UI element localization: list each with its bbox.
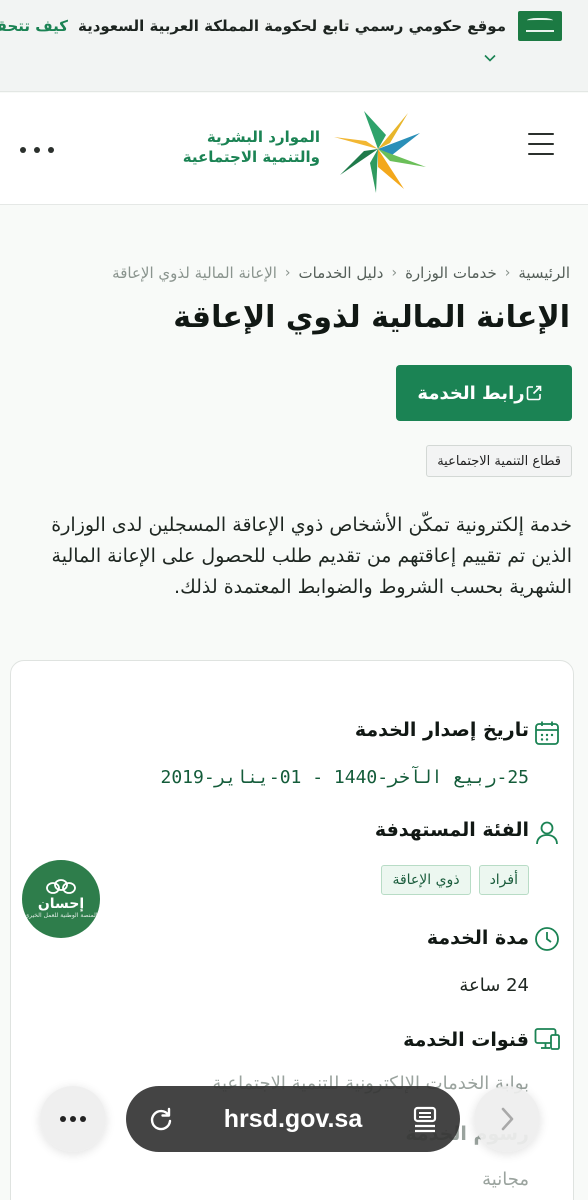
- reader-mode-icon[interactable]: [410, 1104, 440, 1134]
- ehsan-name: إحسان: [37, 896, 85, 912]
- gov-banner: موقع حكومي رسمي تابع لحكومة المملكة العر…: [0, 0, 588, 92]
- issue-date-label: تاريخ إصدار الخدمة: [354, 719, 529, 741]
- service-link-button[interactable]: رابط الخدمة: [396, 365, 572, 421]
- site-header: الموارد البشرية والتنمية الاجتماعية: [0, 93, 588, 205]
- ministry-logo-text: الموارد البشرية والتنمية الاجتماعية: [183, 127, 320, 167]
- chevron-right-icon: [501, 1107, 514, 1131]
- service-description: خدمة إلكترونية تمكّن الأشخاص ذوي الإعاقة…: [51, 514, 572, 598]
- service-duration-label: مدة الخدمة: [426, 927, 529, 949]
- chevron-left-icon: ‹: [284, 265, 291, 281]
- browser-forward-button[interactable]: [474, 1086, 540, 1152]
- issue-date-value: 25-ربيع الآخر-1440 - 01-يناير-2019: [160, 767, 529, 788]
- service-fees-value: مجانية: [482, 1169, 529, 1190]
- breadcrumb: الرئيسية ‹ خدمات الوزارة ‹ دليل الخدمات …: [112, 264, 570, 282]
- ministry-logo[interactable]: الموارد البشرية والتنمية الاجتماعية: [168, 105, 428, 195]
- saudi-flag-icon: [518, 11, 562, 41]
- gov-banner-row: موقع حكومي رسمي تابع لحكومة المملكة العر…: [0, 10, 562, 42]
- reload-icon[interactable]: [146, 1104, 176, 1134]
- logo-line-2: والتنمية الاجتماعية: [182, 148, 320, 166]
- external-link-icon: [526, 385, 541, 401]
- gov-banner-text: موقع حكومي رسمي تابع لحكومة المملكة العر…: [77, 17, 506, 35]
- ministry-logo-mark-icon: [334, 111, 426, 193]
- audience-chip[interactable]: ذوي الإعاقة: [381, 865, 471, 895]
- user-icon: [536, 821, 558, 845]
- service-duration-value: 24 ساعة: [459, 975, 529, 996]
- ehsan-badge[interactable]: إحسان المنصة الوطنية للعمل الخيري: [22, 860, 100, 938]
- sector-tag[interactable]: قطاع التنمية الاجتماعية: [426, 445, 572, 477]
- breadcrumb-services-guide[interactable]: دليل الخدمات: [299, 264, 384, 282]
- page-title: الإعانة المالية لذوي الإعاقة: [173, 300, 570, 335]
- chevron-left-icon: ‹: [504, 265, 511, 281]
- calendar-icon: [535, 721, 559, 745]
- how-to-verify-link[interactable]: كيف تتحقق: [0, 17, 68, 35]
- more-options-icon[interactable]: [20, 147, 54, 155]
- audience-chip[interactable]: أفراد: [478, 865, 529, 895]
- logo-line-1: الموارد البشرية: [206, 128, 320, 146]
- target-audience-chips: أفراد ذوي الإعاقة: [373, 865, 529, 895]
- breadcrumb-current: الإعانة المالية لذوي الإعاقة: [112, 264, 277, 282]
- devices-icon: [534, 1028, 560, 1050]
- target-audience-label: الفئة المستهدفة: [374, 819, 529, 841]
- clock-icon: [535, 927, 559, 951]
- breadcrumb-ministry-services[interactable]: خدمات الوزارة: [405, 264, 497, 282]
- chevron-down-icon[interactable]: [484, 52, 496, 64]
- url-text[interactable]: hrsd.gov.sa: [224, 1105, 362, 1134]
- chevron-left-icon: ‹: [391, 265, 398, 281]
- ehsan-subtitle: المنصة الوطنية للعمل الخيري: [24, 912, 98, 919]
- more-horizontal-icon: [60, 1116, 86, 1122]
- browser-more-button[interactable]: [40, 1086, 106, 1152]
- ehsan-logo-icon: [46, 879, 76, 894]
- breadcrumb-home[interactable]: الرئيسية: [518, 264, 570, 282]
- service-link-label: رابط الخدمة: [417, 382, 525, 404]
- hamburger-menu-icon[interactable]: [528, 133, 554, 157]
- service-channels-label: قنوات الخدمة: [403, 1029, 529, 1051]
- browser-address-bar[interactable]: hrsd.gov.sa: [126, 1086, 460, 1152]
